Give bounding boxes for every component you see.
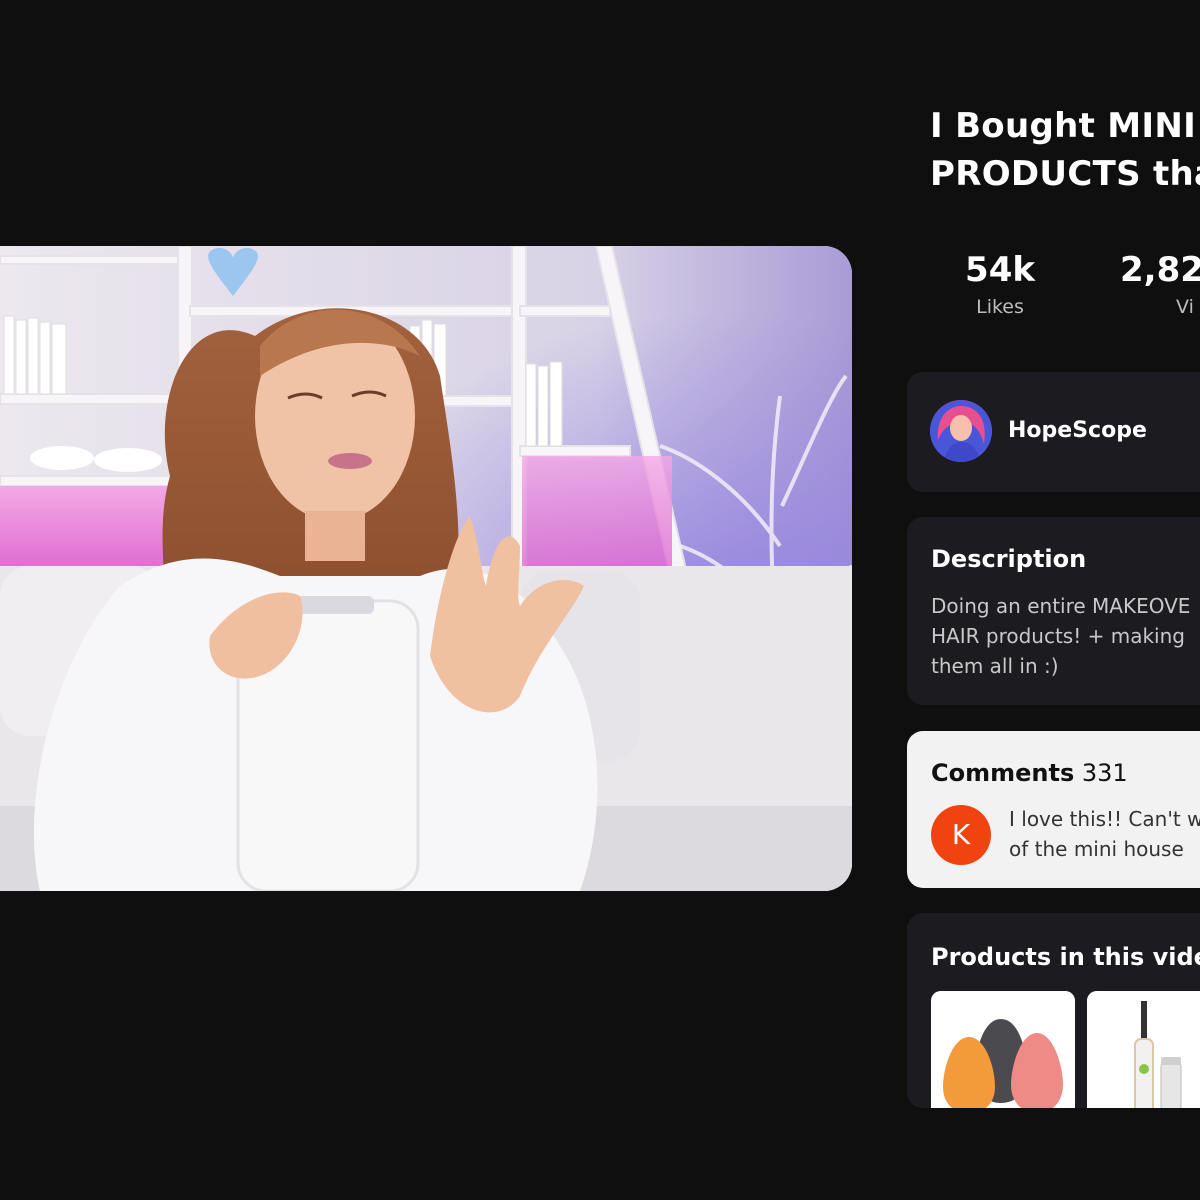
comments-header: Comments 331 (931, 759, 1128, 787)
product-tile-lash-curler[interactable] (1087, 991, 1200, 1108)
products-card: Products in this vide (907, 913, 1200, 1108)
eyelash-curler-image (1087, 991, 1200, 1108)
video-player[interactable] (0, 246, 852, 891)
products-heading: Products in this vide (931, 943, 1200, 971)
bottom-band (0, 1108, 1200, 1200)
views-count: 2,82 (1120, 250, 1200, 290)
views-stat: 2,82 Vi (1120, 250, 1200, 318)
likes-label: Likes (976, 296, 1024, 318)
views-label: Vi (1176, 296, 1194, 318)
comments-heading: Comments (931, 759, 1075, 787)
description-text: Doing an entire MAKEOVE HAIR products! +… (931, 594, 1191, 678)
video-detail-screen: I Bought MINI B PRODUCTS that 54k Likes … (0, 0, 1200, 1200)
likes-count: 54k (965, 250, 1035, 290)
makeup-sponges-image (931, 991, 1075, 1108)
channel-name[interactable]: HopeScope (1008, 418, 1147, 443)
description-heading: Description (931, 545, 1087, 573)
video-title: I Bought MINI B PRODUCTS that (930, 106, 1200, 194)
description-card[interactable]: Description Doing an entire MAKEOVE HAIR… (907, 517, 1200, 705)
comments-count: 331 (1081, 759, 1128, 787)
channel-card[interactable]: HopeScope (907, 372, 1200, 492)
comments-card[interactable]: Comments 331 K I love this!! Can't w of … (907, 731, 1200, 888)
comment-text: I love this!! Can't w of the mini house (1009, 807, 1200, 861)
likes-stat[interactable]: 54k Likes (950, 250, 1050, 318)
product-tile-sponges[interactable] (931, 991, 1075, 1108)
video-frame-image (0, 246, 852, 891)
commenter-avatar: K (931, 805, 991, 865)
channel-avatar[interactable] (930, 400, 992, 462)
